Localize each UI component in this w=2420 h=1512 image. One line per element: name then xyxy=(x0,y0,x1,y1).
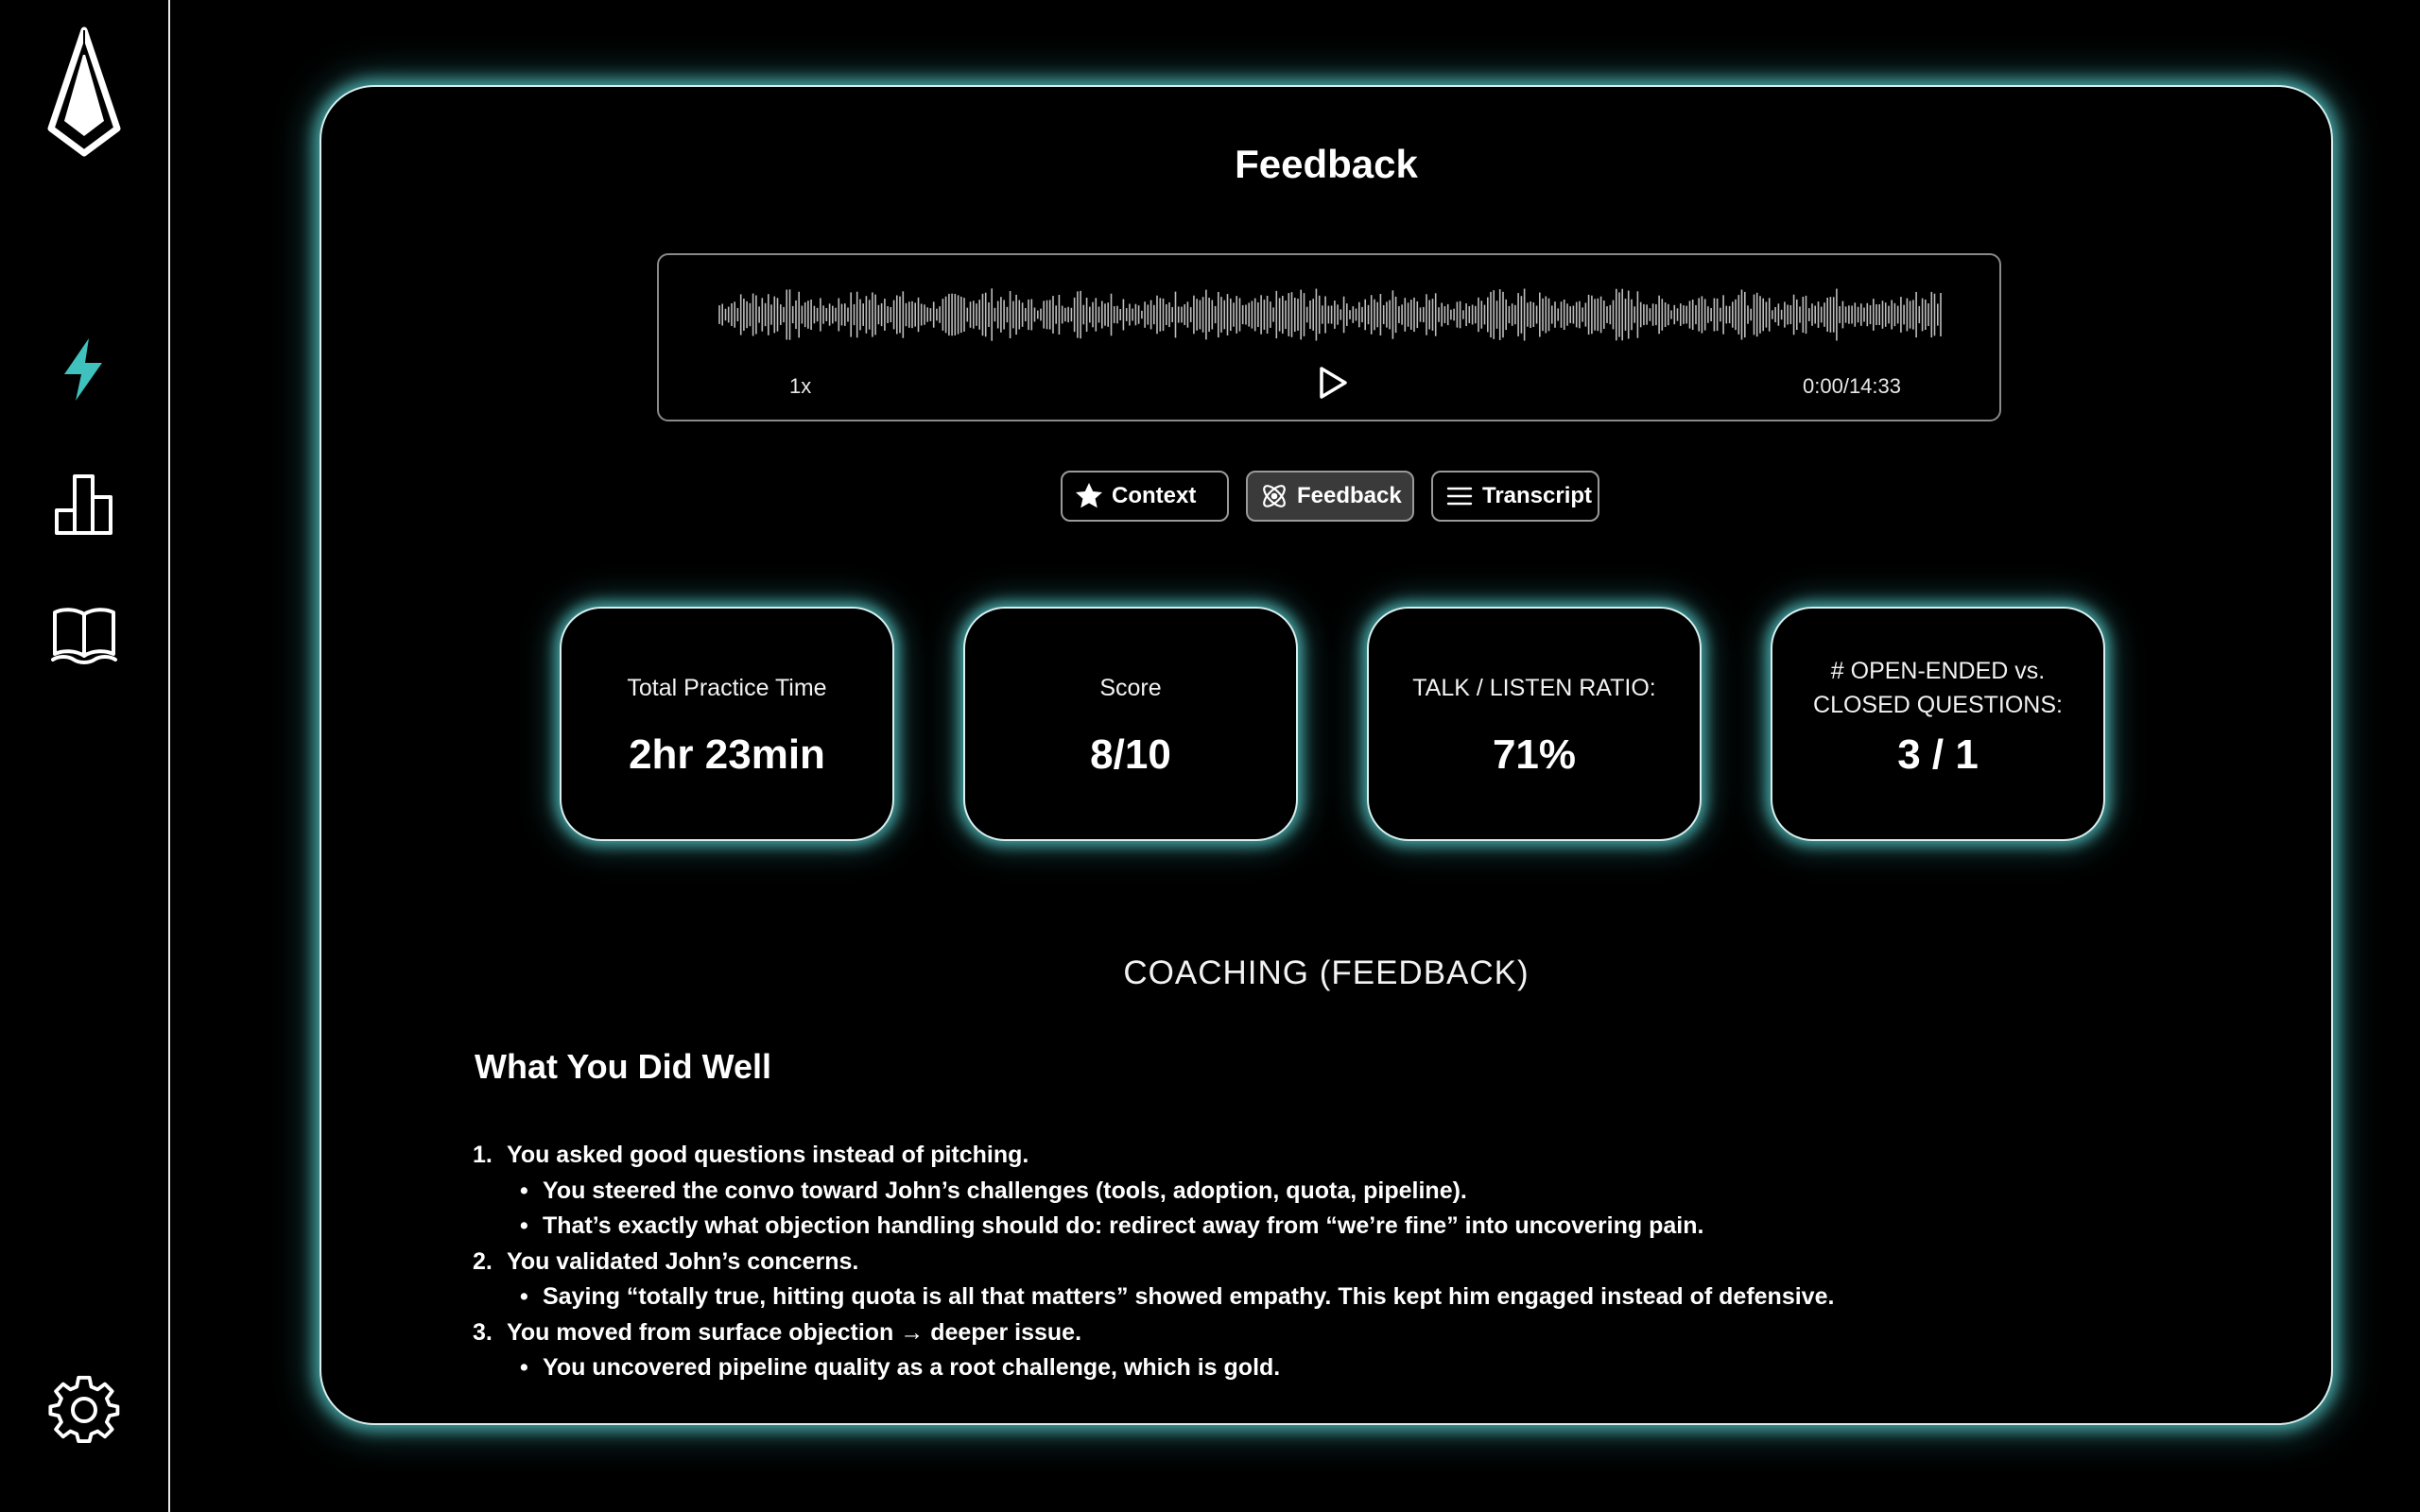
coaching-title: COACHING (FEEDBACK) xyxy=(1123,954,1530,991)
atom-icon xyxy=(1263,485,1286,507)
stat-card-question-types: # OPEN-ENDED vs. CLOSED QUESTIONS: 3 / 1 xyxy=(1771,607,2105,841)
app-window: Feedback 1x 0:00/14:33 Context Feedback … xyxy=(0,0,2420,1512)
stat-value: 2hr 23min xyxy=(629,731,825,778)
tab-label: Context xyxy=(1112,483,1197,508)
feedback-point-line: 3. You moved from surface objection → dee… xyxy=(473,1315,1834,1351)
sidebar-item-practice[interactable] xyxy=(47,333,121,406)
feedback-point: 1. You asked good questions instead of pi… xyxy=(473,1138,1834,1245)
stat-card-practice-time: Total Practice Time 2hr 23min xyxy=(560,607,894,841)
audio-player: 1x 0:00/14:33 xyxy=(657,253,2001,421)
feedback-point-line: 1. You asked good questions instead of pi… xyxy=(473,1138,1834,1174)
stat-card-score: Score 8/10 xyxy=(963,607,1298,841)
feedback-point-number: 1. xyxy=(473,1142,493,1168)
star-icon xyxy=(1076,483,1102,508)
bolt-icon xyxy=(64,338,102,401)
feedback-point-number: 3. xyxy=(473,1318,493,1346)
stat-card-talk-listen-ratio: TALK / LISTEN RATIO: 71% xyxy=(1367,607,1702,841)
tab-context[interactable]: Context xyxy=(1061,471,1229,522)
gear-icon xyxy=(48,1375,120,1443)
stat-label: TALK / LISTEN RATIO: xyxy=(1412,675,1656,701)
page-title: Feedback xyxy=(1235,142,1418,186)
stat-value: 8/10 xyxy=(1090,731,1171,778)
tab-label: Transcript xyxy=(1482,483,1593,508)
sidebar-item-library[interactable] xyxy=(47,599,121,673)
list-icon xyxy=(1446,487,1473,506)
audio-waveform[interactable] xyxy=(717,285,1943,344)
tab-bar: Context Feedback Transcript xyxy=(321,471,2331,524)
tab-feedback[interactable]: Feedback xyxy=(1246,471,1414,522)
feedback-point-text: You asked good questions instead of pitc… xyxy=(507,1142,1029,1168)
playback-time: 0:00/14:33 xyxy=(1803,374,1901,398)
feedback-sub-point: You steered the convo toward John’s chal… xyxy=(473,1174,1834,1210)
feedback-sub-point: That’s exactly what objection handling s… xyxy=(473,1209,1834,1245)
bar-chart-icon xyxy=(55,474,112,535)
tab-transcript[interactable]: Transcript xyxy=(1431,471,1599,522)
sidebar-item-analytics[interactable] xyxy=(47,467,121,541)
sidebar xyxy=(0,0,170,1512)
book-icon xyxy=(51,608,117,664)
logo-icon xyxy=(47,26,121,157)
feedback-point-text: You validated John’s concerns. xyxy=(507,1247,859,1275)
feedback-sub-point: You uncovered pipeline quality as a root… xyxy=(473,1350,1834,1386)
feedback-point: 3. You moved from surface objection → dee… xyxy=(473,1315,1834,1386)
stat-value: 71% xyxy=(1492,731,1577,778)
feedback-list: 1. You asked good questions instead of pi… xyxy=(473,1138,1834,1386)
tab-label: Feedback xyxy=(1297,483,1402,508)
section-heading: What You Did Well xyxy=(475,1047,771,1086)
feedback-point-number: 2. xyxy=(473,1247,493,1275)
stat-label: Score xyxy=(1099,675,1162,701)
feedback-panel: Feedback 1x 0:00/14:33 Context Feedback … xyxy=(320,85,2333,1425)
settings-button[interactable] xyxy=(47,1374,121,1448)
feedback-point: 2. You validated John’s concerns. Saying “… xyxy=(473,1245,1834,1315)
playback-speed-button[interactable]: 1x xyxy=(789,374,811,399)
stat-label: # OPEN-ENDED vs. CLOSED QUESTIONS: xyxy=(1813,658,2063,718)
feedback-sub-point: Saying “totally true, hitting quota is a… xyxy=(473,1280,1834,1315)
stat-value: 3 / 1 xyxy=(1897,731,1979,778)
feedback-point-line: 2. You validated John’s concerns. xyxy=(473,1245,1834,1280)
stat-label: Total Practice Time xyxy=(627,675,827,701)
play-button[interactable] xyxy=(1311,363,1351,403)
play-icon xyxy=(1320,367,1347,399)
feedback-point-text: You moved from surface objection → deepe… xyxy=(507,1318,1082,1346)
